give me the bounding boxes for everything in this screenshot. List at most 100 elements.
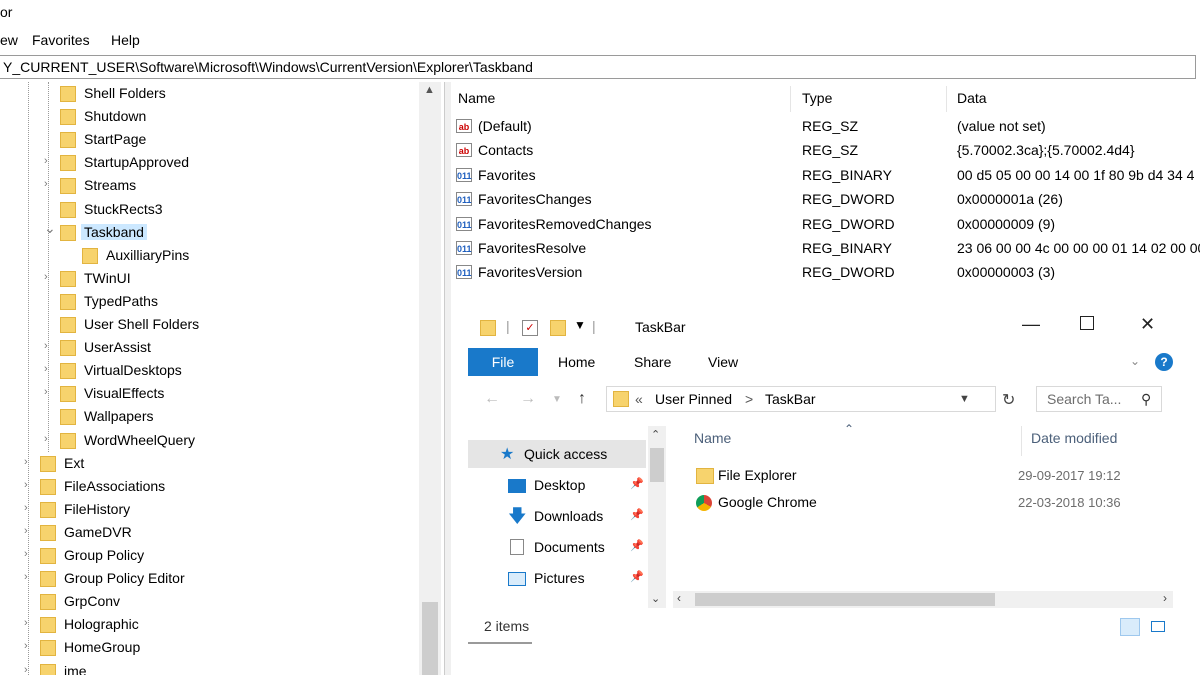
chevron-right-icon[interactable]: › [24,617,34,629]
column-header-date-modified[interactable]: Date modified [1031,430,1117,446]
tab-home[interactable]: Home [558,354,595,370]
chevron-down-icon[interactable]: ▼ [959,393,970,405]
chevron-right-icon[interactable]: › [44,363,54,375]
tree-scroll-thumb[interactable] [422,602,438,675]
menu-help[interactable]: Help [111,32,140,48]
chevron-right-icon[interactable]: › [24,571,34,583]
tree-item[interactable]: › WordWheelQuery [0,430,418,452]
horizontal-scroll-thumb[interactable] [695,593,995,606]
file-row[interactable]: Google Chrome 22-03-2018 10:36 [696,491,1186,515]
back-arrow-icon[interactable]: ← [484,390,500,408]
menu-favorites[interactable]: Favorites [32,32,90,48]
search-input[interactable]: Search Ta... ⚲ [1036,386,1162,412]
tree-item[interactable]: › Holographic [0,614,418,636]
tab-file[interactable]: File [468,348,538,376]
tree-item[interactable]: › UserAssist [0,337,418,359]
path-box[interactable]: « User Pinned > TaskBar ▼ [606,386,996,412]
column-header-name[interactable]: Name [694,430,731,446]
tree-item[interactable]: › StartupApproved [0,152,418,174]
registry-value-row[interactable]: 011 FavoritesVersion REG_DWORD 0x00000003 (… [452,261,1200,285]
tree-item[interactable]: › Ext [0,453,418,475]
menu-view[interactable]: ew [0,32,18,48]
chevron-right-icon[interactable]: › [44,340,54,352]
nav-item-desktop[interactable]: Desktop 📌 [468,471,646,499]
tree-item[interactable]: User Shell Folders [0,314,418,336]
registry-value-row[interactable]: 011 FavoritesChanges REG_DWORD 0x0000001a (… [452,188,1200,212]
registry-value-row[interactable]: 011 Favorites REG_BINARY 00 d5 05 00 00 14 … [452,164,1200,188]
file-row[interactable]: File Explorer 29-09-2017 19:12 [696,464,1186,488]
tree-item[interactable]: GrpConv [0,591,418,613]
registry-value-row[interactable]: ab (Default) REG_SZ (value not set) [452,115,1200,139]
close-icon[interactable]: ✕ [1140,314,1155,335]
tree-item[interactable]: ⌄ Taskband [0,220,418,244]
recent-locations-icon[interactable]: ▼ [552,394,562,405]
tree-item[interactable]: StuckRects3 [0,199,418,221]
nav-item-downloads[interactable]: 🡇 Downloads 📌 [468,502,646,530]
chevron-right-icon[interactable]: › [24,502,34,514]
tree-item[interactable]: › Group Policy Editor [0,568,418,590]
nav-item-quick-access[interactable]: ★ Quick access [468,440,646,468]
expand-ribbon-icon[interactable]: ⌄ [1130,354,1140,368]
chevron-right-icon[interactable]: › [24,456,34,468]
chevron-right-icon[interactable]: › [44,433,54,445]
refresh-icon[interactable]: ↻ [1002,390,1015,410]
breadcrumb-taskbar[interactable]: TaskBar [765,391,816,407]
horizontal-scrollbar[interactable]: ‹ › [673,591,1173,608]
tree-item[interactable]: › TWinUI [0,268,418,290]
tree-item[interactable]: Shutdown [0,106,418,128]
tree-item[interactable]: › HomeGroup [0,637,418,659]
tree-item[interactable]: › GameDVR [0,522,418,544]
chevron-right-icon[interactable]: › [24,664,34,675]
chevron-right-icon[interactable]: › [44,386,54,398]
chevron-right-icon[interactable]: › [24,525,34,537]
nav-scrollbar[interactable]: ⌃ ⌄ [648,426,666,608]
chevron-left-icon[interactable]: ‹ [677,591,681,605]
tree-item[interactable]: › Group Policy [0,545,418,567]
column-header-type[interactable]: Type [802,90,832,106]
pane-splitter[interactable] [444,82,451,675]
nav-item-pictures[interactable]: Pictures 📌 [468,564,646,592]
tree-item[interactable]: › VisualEffects [0,383,418,405]
tree-item[interactable]: › VirtualDesktops [0,360,418,382]
tree-item[interactable]: StartPage [0,129,418,151]
column-header-data[interactable]: Data [957,90,987,106]
chevron-down-icon[interactable]: ⌄ [44,220,56,237]
minimize-icon[interactable]: — [1022,314,1040,335]
customize-qat-icon[interactable]: ▼ [574,318,586,332]
chevron-up-icon[interactable]: ⌃ [651,428,660,441]
large-icons-view-icon[interactable] [1148,618,1168,636]
chevron-down-icon[interactable]: ⌄ [651,592,660,605]
registry-value-row[interactable]: 011 FavoritesResolve REG_BINARY 23 06 00 00… [452,237,1200,261]
chevron-right-icon[interactable]: › [24,548,34,560]
chevron-right-icon[interactable]: › [24,640,34,652]
registry-value-row[interactable]: 011 FavoritesRemovedChanges REG_DWORD 0x000… [452,213,1200,237]
tree-item[interactable]: Shell Folders [0,83,418,105]
properties-icon[interactable]: ✓ [522,320,538,336]
tree-scrollbar[interactable]: ▲ [419,82,441,675]
chevron-right-icon[interactable]: › [44,271,54,283]
forward-arrow-icon[interactable]: → [520,390,536,408]
tree-item[interactable]: TypedPaths [0,291,418,313]
chevron-right-icon[interactable]: › [44,178,54,190]
maximize-icon[interactable] [1080,316,1094,330]
nav-item-documents[interactable]: Documents 📌 [468,533,646,561]
chevron-right-icon[interactable]: › [44,155,54,167]
tree-item[interactable]: Wallpapers [0,406,418,428]
tree-item[interactable]: › ime [0,661,418,675]
help-icon[interactable]: ? [1155,353,1173,371]
details-view-icon[interactable] [1120,618,1140,636]
tree-item[interactable]: › Streams [0,175,418,197]
chevron-right-icon[interactable]: › [1163,591,1167,605]
nav-scroll-thumb[interactable] [650,448,664,482]
tab-view[interactable]: View [708,354,738,370]
up-arrow-icon[interactable]: ↑ [578,390,586,408]
tree-item[interactable]: AuxilliaryPins [0,245,418,267]
breadcrumb-user-pinned[interactable]: User Pinned [655,391,732,407]
tab-share[interactable]: Share [634,354,671,370]
chevron-up-icon[interactable]: ▲ [424,84,435,96]
address-bar[interactable]: Y_CURRENT_USER\Software\Microsoft\Window… [0,55,1196,79]
chevron-right-icon[interactable]: › [24,479,34,491]
new-folder-icon[interactable] [550,320,566,336]
tree-item[interactable]: › FileHistory [0,499,418,521]
tree-item[interactable]: › FileAssociations [0,476,418,498]
